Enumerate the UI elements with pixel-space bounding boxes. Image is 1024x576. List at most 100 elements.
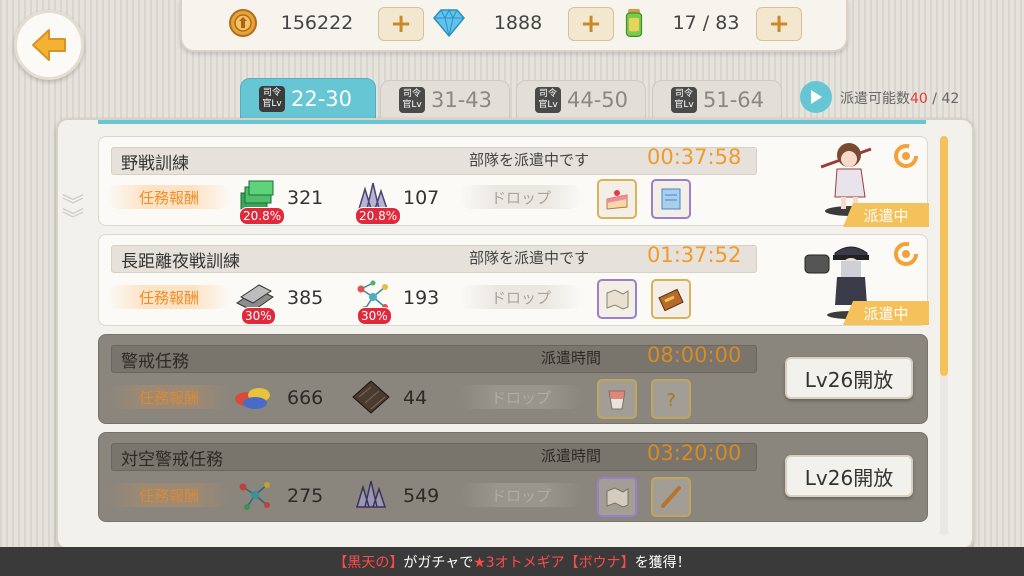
panel-accent-line bbox=[98, 120, 926, 124]
tab-range-label: 31-43 bbox=[431, 88, 493, 112]
commander-lv-badge: 司令 官Lv bbox=[399, 87, 425, 113]
molecule-icon bbox=[239, 482, 270, 510]
fabric-icon bbox=[235, 388, 270, 409]
mystery-icon: ? bbox=[666, 390, 676, 411]
dispatching-badge: 派遣中 bbox=[843, 203, 929, 227]
mission-status: 部隊を派遣中です bbox=[469, 249, 590, 267]
drop-item bbox=[597, 379, 637, 419]
mission-card[interactable]: 野戦訓練 部隊を派遣中です 00:37:58 任務報酬 20.8% 321 20… bbox=[98, 136, 929, 227]
mission-status: 派遣時間 bbox=[541, 447, 602, 465]
add-diamond-button[interactable]: + bbox=[568, 7, 614, 41]
mission-status: 部隊を派遣中です bbox=[469, 151, 590, 169]
scroll-icon bbox=[661, 188, 681, 210]
drop-label: ドロップ bbox=[459, 285, 583, 309]
play-icon bbox=[811, 90, 822, 104]
drop-label: ドロップ bbox=[459, 185, 583, 209]
tab-range-label: 51-64 bbox=[703, 88, 765, 112]
map-icon bbox=[606, 487, 629, 508]
stamina-icon bbox=[625, 8, 643, 37]
reward-value: 321 bbox=[287, 187, 324, 209]
reward-label: 任務報酬 bbox=[107, 385, 231, 409]
mission-timer: 01:37:52 bbox=[647, 243, 742, 267]
add-stamina-button[interactable]: + bbox=[756, 7, 802, 41]
back-button[interactable] bbox=[14, 10, 84, 80]
commander-lv-badge: 司令 官Lv bbox=[671, 87, 697, 113]
mission-timer: 03:20:00 bbox=[647, 441, 742, 465]
mission-card-locked: 対空警戒任務 派遣時間 03:20:00 任務報酬 275 549 ドロップ L… bbox=[98, 432, 928, 522]
drop-label: ドロップ bbox=[459, 483, 583, 507]
tab-range-label: 44-50 bbox=[567, 88, 629, 112]
drop-label: ドロップ bbox=[459, 385, 583, 409]
mission-status: 派遣時間 bbox=[541, 349, 602, 367]
unlock-level-button[interactable]: Lv26開放 bbox=[785, 357, 913, 399]
reward-value: 193 bbox=[403, 287, 440, 309]
announcement-ticker: 【黒天の】 がガチャで ★3オトメギア【ボウナ】 を獲得！ bbox=[0, 547, 1024, 576]
reward-value: 385 bbox=[287, 287, 324, 309]
stick-icon bbox=[661, 486, 681, 508]
reward-value: 44 bbox=[403, 387, 428, 409]
ticker-text-end: を獲得！ bbox=[634, 554, 691, 571]
cake-icon bbox=[606, 190, 628, 210]
ticker-text: がガチャで bbox=[403, 554, 474, 571]
drop-item[interactable] bbox=[597, 179, 637, 219]
map-icon bbox=[606, 289, 629, 310]
reward-label: 任務報酬 bbox=[107, 483, 231, 507]
drop-item[interactable] bbox=[651, 179, 691, 219]
bonus-badge: 20.8% bbox=[239, 207, 286, 225]
mission-name: 警戒任務 bbox=[121, 352, 189, 372]
side-chevron-icon: ︾ ︾ bbox=[61, 194, 84, 233]
commander-lv-badge: 司令 官Lv bbox=[535, 87, 561, 113]
tab-range-label: 22-30 bbox=[291, 87, 353, 111]
dispatch-total: / 42 bbox=[927, 91, 960, 107]
dark-plate-icon bbox=[352, 380, 390, 414]
drop-item[interactable] bbox=[651, 279, 691, 319]
dispatch-current: 40 bbox=[910, 91, 928, 107]
refresh-icon[interactable] bbox=[891, 141, 921, 171]
tab-lv-31-43[interactable]: 司令 官Lv 31-43 bbox=[380, 80, 510, 120]
mission-name: 野戦訓練 bbox=[121, 154, 189, 174]
tab-lv-22-30[interactable]: 司令 官Lv 22-30 bbox=[240, 78, 376, 120]
drop-item bbox=[597, 477, 637, 517]
ticker-item: ★3オトメギア【ボウナ】 bbox=[473, 554, 635, 571]
tab-lv-51-64[interactable]: 司令 官Lv 51-64 bbox=[652, 80, 782, 120]
mission-name: 対空警戒任務 bbox=[121, 450, 223, 470]
bonus-badge: 30% bbox=[357, 307, 392, 325]
svg-text:?: ? bbox=[666, 390, 676, 411]
dispatching-badge: 派遣中 bbox=[843, 301, 929, 325]
diamond-value: 1888 bbox=[493, 12, 543, 34]
scrollbar-thumb[interactable] bbox=[940, 136, 948, 376]
dispatch-count-label: 派遣可能数 bbox=[840, 91, 910, 107]
add-coin-button[interactable]: + bbox=[378, 7, 424, 41]
bonus-badge: 30% bbox=[241, 307, 276, 325]
reward-value: 549 bbox=[403, 485, 440, 507]
refresh-icon[interactable] bbox=[891, 239, 921, 269]
coin-icon bbox=[229, 9, 257, 37]
mission-card[interactable]: 長距離夜戦訓練 部隊を派遣中です 01:37:52 任務報酬 30% 385 3… bbox=[98, 234, 929, 326]
reward-label: 任務報酬 bbox=[107, 185, 231, 209]
unlock-level-button[interactable]: Lv26開放 bbox=[785, 455, 913, 497]
reward-value: 666 bbox=[287, 387, 324, 409]
drop-item bbox=[651, 477, 691, 517]
crystal-icon bbox=[355, 480, 387, 508]
dispatch-play-button[interactable] bbox=[800, 81, 832, 113]
reward-value: 107 bbox=[403, 187, 440, 209]
ammo-box-icon bbox=[658, 288, 684, 312]
coin-value: 156222 bbox=[280, 12, 354, 34]
tab-lv-44-50[interactable]: 司令 官Lv 44-50 bbox=[516, 80, 646, 120]
reward-label: 任務報酬 bbox=[107, 285, 231, 309]
mission-timer: 00:37:58 bbox=[647, 145, 742, 169]
ticker-player: 【黒天の】 bbox=[333, 554, 404, 571]
mission-card-locked: 警戒任務 派遣時間 08:00:00 任務報酬 666 44 ドロップ ? Lv… bbox=[98, 334, 928, 424]
diamond-icon bbox=[433, 8, 465, 38]
commander-lv-badge: 司令 官Lv bbox=[259, 86, 285, 112]
back-arrow-icon bbox=[32, 29, 66, 61]
drop-item: ? bbox=[651, 379, 691, 419]
drop-item[interactable] bbox=[597, 279, 637, 319]
cup-icon bbox=[608, 390, 626, 410]
stamina-value: 17 / 83 bbox=[672, 12, 740, 34]
mission-timer: 08:00:00 bbox=[647, 343, 742, 367]
bonus-badge: 20.8% bbox=[355, 207, 402, 225]
reward-value: 275 bbox=[287, 485, 324, 507]
dispatch-count: 派遣可能数40 / 42 bbox=[840, 88, 959, 108]
mission-name: 長距離夜戦訓練 bbox=[121, 252, 240, 272]
